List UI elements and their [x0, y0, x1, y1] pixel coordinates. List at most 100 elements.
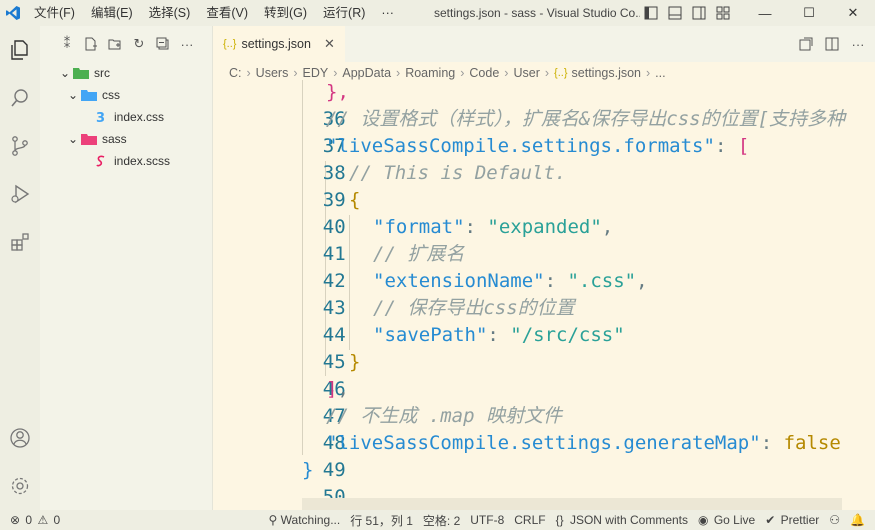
code-key: "format": [373, 216, 465, 238]
extensions-icon[interactable]: [0, 218, 40, 266]
open-settings-ui-icon[interactable]: [797, 35, 815, 53]
tree-folder-css[interactable]: ⌄ css: [40, 84, 212, 106]
breadcrumb-item[interactable]: ...: [655, 66, 665, 80]
sass-file-icon: [92, 154, 110, 168]
status-bar: ⊗ 0 ⚠ 0 ⚲ Watching... 行 51，列 1 空格: 2 UTF…: [0, 510, 875, 530]
code-bracket: {: [349, 189, 361, 211]
code-line: 47 ],: [213, 376, 875, 427]
code-punct: :: [760, 432, 784, 454]
code-token: },: [326, 81, 349, 103]
tree-label: index.css: [114, 110, 165, 124]
source-control-icon[interactable]: [0, 122, 40, 170]
new-folder-icon[interactable]: [106, 35, 124, 53]
chevron-down-icon: ⌄: [67, 132, 79, 146]
code-comment: // 设置格式（样式），扩展名&保存导出css的位置[支持多种: [326, 108, 846, 130]
code-punct: ,: [636, 270, 648, 292]
manage-gear-icon[interactable]: [0, 462, 40, 510]
code-editor[interactable]: 36 }, 37 // 设置格式（样式），扩展名&保存导出css的位置[支持多种…: [213, 80, 875, 510]
toggle-panel-icon[interactable]: [666, 4, 684, 22]
chevron-right-icon: ›: [396, 66, 401, 80]
breadcrumb-item[interactable]: Roaming: [405, 66, 455, 80]
more-actions-icon[interactable]: ···: [849, 35, 867, 53]
chevron-right-icon: ›: [246, 66, 251, 80]
broadcast-icon: ◉: [698, 513, 709, 527]
breadcrumb-item[interactable]: Code: [469, 66, 499, 80]
minimize-button[interactable]: —: [743, 0, 787, 26]
prettier-status[interactable]: ✔ Prettier: [760, 513, 824, 527]
breadcrumb-item[interactable]: settings.json: [572, 66, 641, 80]
tree-file-index-css[interactable]: 3 index.css: [40, 106, 212, 128]
toggle-primary-sidebar-icon[interactable]: [642, 4, 660, 22]
go-live-button[interactable]: ◉ Go Live: [693, 513, 760, 527]
code-punct: :: [464, 216, 488, 238]
warning-count: 0: [53, 513, 61, 527]
breadcrumb-item[interactable]: EDY: [303, 66, 329, 80]
code-punct: ,: [337, 378, 349, 400]
menu-run[interactable]: 运行(R): [315, 0, 373, 26]
tree-label: index.scss: [114, 154, 171, 168]
breadcrumb-item[interactable]: Users: [256, 66, 289, 80]
cursor-position[interactable]: 行 51，列 1: [345, 512, 418, 529]
toggle-secondary-sidebar-icon[interactable]: [690, 4, 708, 22]
refresh-icon[interactable]: ↻: [130, 35, 148, 53]
menu-more[interactable]: ···: [373, 0, 402, 26]
new-file-icon[interactable]: [82, 35, 100, 53]
code-punct: ,: [601, 216, 614, 238]
end-of-line[interactable]: CRLF: [509, 513, 550, 527]
language-mode[interactable]: {} JSON with Comments: [551, 513, 693, 527]
code-bracket: [: [737, 135, 750, 157]
split-editor-icon[interactable]: [823, 35, 841, 53]
search-icon[interactable]: [0, 74, 40, 122]
chevron-right-icon: ›: [544, 66, 550, 80]
vscode-logo-icon: [0, 0, 26, 26]
tree-folder-src[interactable]: ⌄ src: [40, 62, 212, 84]
warning-icon: ⚠: [37, 513, 49, 527]
chevron-right-icon: ›: [504, 66, 509, 80]
breadcrumb-item[interactable]: C:: [229, 66, 242, 80]
menu-view[interactable]: 查看(V): [198, 0, 256, 26]
account-icon[interactable]: [0, 414, 40, 462]
customize-layout-icon[interactable]: [714, 4, 732, 22]
explorer-icon[interactable]: [0, 26, 40, 74]
editor-area: {..} settings.json ✕ ··· C: › Users › EDY ›…: [213, 26, 875, 510]
notifications-bell-icon[interactable]: 🔔: [845, 513, 875, 527]
code-line: 41 "format": "expanded",: [213, 214, 875, 265]
tab-settings-json[interactable]: {..} settings.json ✕: [213, 26, 345, 62]
code-comment: // 不生成 .map 映射文件: [326, 405, 562, 427]
close-window-button[interactable]: ✕: [831, 0, 875, 26]
menu-selection[interactable]: 选择(S): [141, 0, 199, 26]
indentation[interactable]: 空格: 2: [418, 512, 465, 529]
svg-text:3: 3: [96, 111, 105, 124]
problems-indicator[interactable]: ⊗ 0 ⚠ 0: [0, 513, 67, 527]
more-actions-icon[interactable]: ···: [178, 35, 196, 53]
code-line: 46 }: [213, 349, 875, 400]
language-label: JSON with Comments: [569, 513, 688, 527]
error-icon: ⊗: [10, 513, 21, 527]
breadcrumb-item[interactable]: User: [513, 66, 539, 80]
code-punct: :: [714, 135, 738, 157]
code-key: "liveSassCompile.settings.generateMap": [326, 432, 761, 454]
menu-file[interactable]: 文件(F): [26, 0, 83, 26]
menu-go[interactable]: 转到(G): [256, 0, 315, 26]
tree-file-index-scss[interactable]: index.scss: [40, 150, 212, 172]
code-bracket: ]: [326, 378, 338, 400]
run-debug-icon[interactable]: [0, 170, 40, 218]
code-string: ".css": [567, 270, 637, 292]
collapse-all-icon[interactable]: [154, 35, 172, 53]
error-count: 0: [25, 513, 33, 527]
breadcrumb-item[interactable]: AppData: [342, 66, 391, 80]
code-line: 48 // 不生成 .map 映射文件: [213, 403, 875, 454]
encoding[interactable]: UTF-8: [465, 513, 509, 527]
watching-sass[interactable]: ⚲ Watching...: [264, 513, 346, 527]
code-punct: :: [487, 324, 511, 346]
menu-edit[interactable]: 编辑(E): [83, 0, 141, 26]
code-bracket: }: [302, 459, 314, 481]
maximize-button[interactable]: ☐: [787, 0, 831, 26]
code-line: 43 "extensionName": ".css",: [213, 268, 875, 319]
collapse-arrows-icon[interactable]: ⁑: [58, 35, 76, 53]
horizontal-scrollbar[interactable]: [302, 498, 842, 510]
prettier-label: Prettier: [780, 513, 820, 527]
tree-folder-sass[interactable]: ⌄ sass: [40, 128, 212, 150]
close-icon[interactable]: ✕: [324, 36, 335, 52]
accounts-feedback-icon[interactable]: ⚇: [824, 513, 845, 527]
